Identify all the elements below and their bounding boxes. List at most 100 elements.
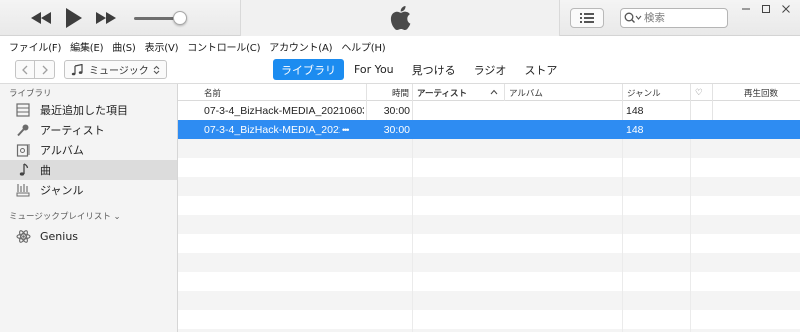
music-note-icon — [15, 162, 31, 178]
chevron-left-icon — [22, 65, 28, 74]
search-field[interactable] — [620, 8, 728, 28]
sidebar-item-artists[interactable]: アーティスト — [0, 120, 177, 140]
sidebar-item-label: アーティスト — [40, 124, 105, 137]
sidebar-item-label: 曲 — [40, 164, 51, 177]
column-header-plays[interactable]: 再生回数 — [712, 84, 800, 101]
column-guide-line — [690, 139, 691, 332]
menu-view[interactable]: 表示(V) — [145, 39, 179, 54]
table-row[interactable]: 07-3-4_BizHack-MEDIA_20210603 30:00 148 — [178, 101, 800, 120]
empty-row — [178, 139, 800, 158]
forward-button[interactable] — [35, 60, 55, 79]
sidebar-item-songs[interactable]: 曲 — [0, 160, 177, 180]
column-divider — [366, 101, 367, 120]
tab-radio[interactable]: ラジオ — [466, 59, 515, 80]
fast-forward-icon — [96, 12, 116, 24]
column-divider — [712, 101, 713, 120]
song-genre-cell: 148 — [626, 104, 644, 117]
song-artist-cell — [416, 120, 504, 139]
empty-row — [178, 177, 800, 196]
song-genre-cell: 148 — [626, 123, 644, 136]
sidebar-item-recently-added[interactable]: 最近追加した項目 — [0, 100, 177, 120]
menubar: ファイル(F) 編集(E) 曲(S) 表示(V) コントロール(C) アカウント… — [0, 36, 800, 56]
chevron-right-icon — [42, 65, 48, 74]
empty-row — [178, 272, 800, 291]
maximize-button[interactable] — [758, 2, 774, 16]
empty-row — [178, 215, 800, 234]
menu-file[interactable]: ファイル(F) — [9, 39, 61, 54]
column-guide-line — [412, 139, 413, 332]
sidebar-item-albums[interactable]: アルバム — [0, 140, 177, 160]
rewind-icon — [31, 12, 51, 24]
column-guide-line — [622, 139, 623, 332]
song-time-cell: 30:00 — [383, 104, 410, 117]
player-bar — [0, 0, 800, 36]
apple-logo-icon — [390, 6, 411, 30]
rewind-button[interactable] — [30, 10, 52, 26]
empty-row — [178, 234, 800, 253]
play-icon — [66, 8, 82, 28]
now-playing-display — [240, 0, 560, 36]
library-section-header: ライブラリ — [9, 89, 52, 99]
more-options-button[interactable]: ••• — [342, 120, 362, 139]
table-header: 名前 時間 アーティスト アルバム ジャンル ♡ 再生回数 — [178, 84, 800, 101]
minimize-icon — [742, 8, 750, 10]
sidebar: ライブラリ 最近追加した項目 アーティスト アルバム 曲 ジャンル ミュージック… — [0, 84, 178, 332]
genius-icon — [15, 228, 31, 244]
back-button[interactable] — [15, 60, 35, 79]
song-plays-cell — [712, 120, 778, 139]
sidebar-item-label: アルバム — [40, 144, 84, 157]
fast-forward-button[interactable] — [95, 10, 117, 26]
empty-row — [178, 291, 800, 310]
sidebar-item-label: Genius — [40, 229, 79, 243]
column-header-love[interactable]: ♡ — [690, 84, 712, 101]
column-header-name[interactable]: 名前 — [200, 84, 366, 101]
media-kind-label: ミュージック — [89, 66, 149, 77]
sort-ascending-icon — [490, 89, 498, 95]
sidebar-item-genius[interactable]: Genius — [0, 226, 177, 246]
column-divider — [622, 101, 623, 120]
song-time-cell: 30:00 — [383, 123, 410, 136]
minimize-button[interactable] — [738, 2, 754, 16]
genre-icon — [15, 182, 31, 198]
song-album-cell — [508, 120, 620, 139]
microphone-icon — [15, 122, 31, 138]
column-header-artist[interactable]: アーティスト — [412, 84, 504, 101]
empty-row — [178, 253, 800, 272]
media-kind-select[interactable]: ミュージック — [64, 60, 167, 79]
menu-song[interactable]: 曲(S) — [112, 39, 136, 54]
tab-library[interactable]: ライブラリ — [273, 59, 344, 80]
column-header-genre[interactable]: ジャンル — [622, 84, 690, 101]
menu-controls[interactable]: コントロール(C) — [187, 39, 260, 54]
empty-row — [178, 310, 800, 329]
empty-row — [178, 196, 800, 215]
column-header-time[interactable]: 時間 — [366, 84, 412, 101]
sidebar-item-genres[interactable]: ジャンル — [0, 180, 177, 200]
navigation-bar: ミュージック ライブラリ For You 見つける ラジオ ストア — [0, 56, 800, 84]
search-icon — [624, 12, 642, 23]
section-tabs: ライブラリ For You 見つける ラジオ ストア — [273, 59, 567, 80]
music-note-icon — [71, 63, 83, 75]
menu-account[interactable]: アカウント(A) — [269, 39, 332, 54]
tab-browse[interactable]: 見つける — [404, 59, 464, 80]
tab-for-you[interactable]: For You — [346, 59, 402, 80]
list-view-button[interactable] — [570, 8, 604, 28]
column-header-artist-label: アーティスト — [417, 88, 467, 99]
play-button[interactable] — [64, 7, 84, 29]
up-down-chevron-icon — [153, 65, 160, 74]
column-divider — [412, 101, 413, 120]
recently-added-icon — [15, 102, 31, 118]
tab-store[interactable]: ストア — [516, 59, 565, 80]
empty-row — [178, 158, 800, 177]
playlists-section-header[interactable]: ミュージックプレイリスト ⌄ — [9, 210, 121, 222]
close-button[interactable] — [778, 2, 794, 16]
album-icon — [15, 142, 31, 158]
menu-edit[interactable]: 編集(E) — [70, 39, 103, 54]
table-row-selected[interactable]: 07-3-4_BizHack-MEDIA_2021... ••• 30:00 1… — [178, 120, 800, 139]
menu-help[interactable]: ヘルプ(H) — [341, 39, 385, 54]
volume-knob[interactable] — [173, 11, 187, 25]
song-album-cell — [508, 101, 620, 120]
column-header-album[interactable]: アルバム — [504, 84, 622, 101]
search-input[interactable] — [644, 10, 716, 26]
list-view-icon — [580, 13, 594, 23]
song-plays-cell — [712, 101, 778, 120]
